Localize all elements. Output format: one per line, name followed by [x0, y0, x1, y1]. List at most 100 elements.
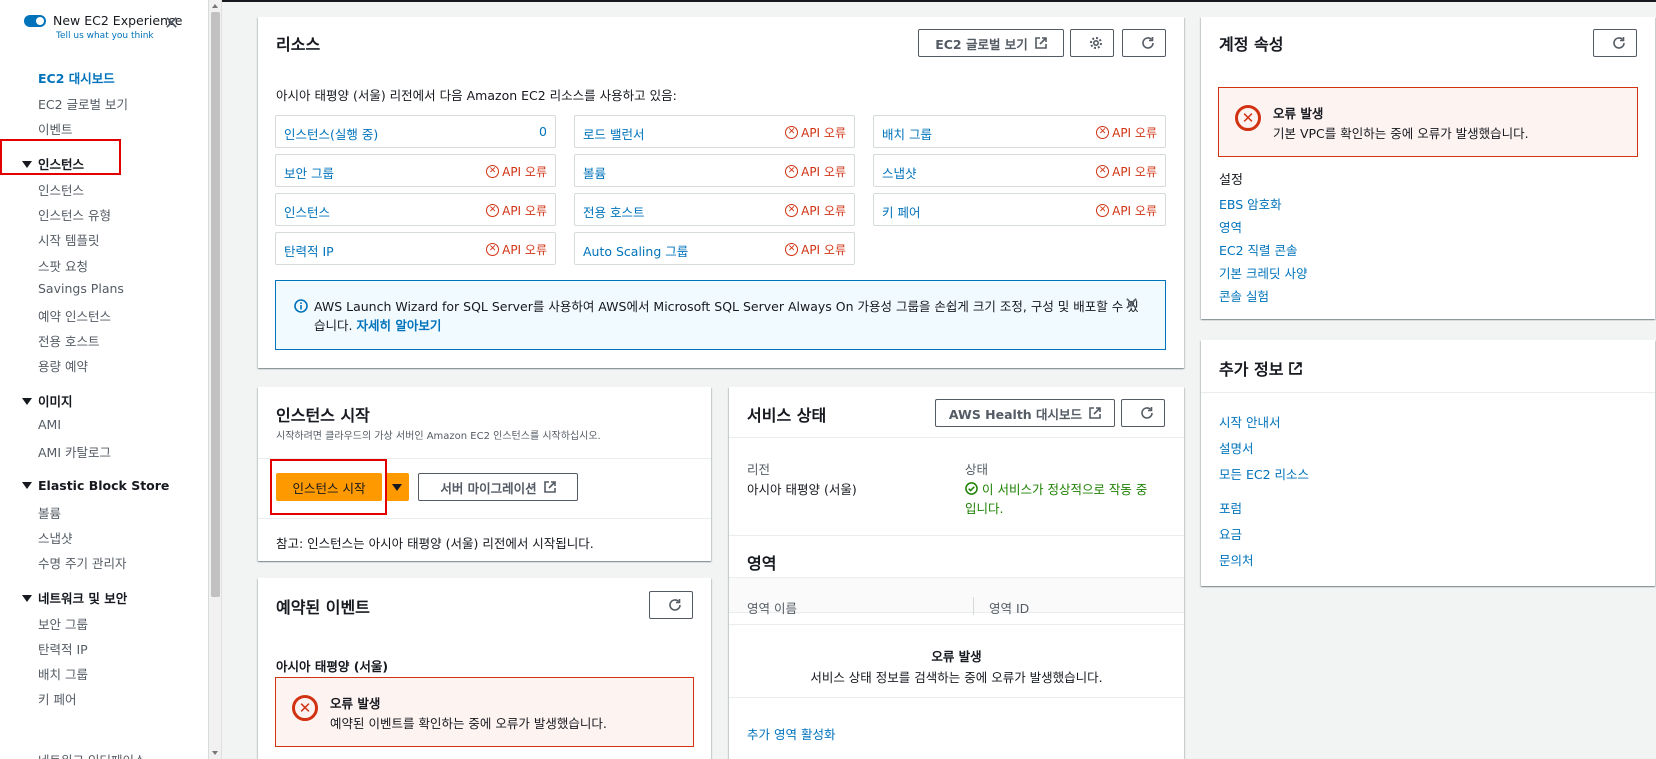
nav-section-ebs[interactable]: Elastic Block Store	[22, 478, 169, 493]
resource-cell-security-groups[interactable]: 보안 그룹 ✕ API 오류	[275, 154, 556, 187]
error-icon: ✕	[1096, 126, 1110, 139]
error-text: 기본 VPC를 확인하는 중에 오류가 발생했습니다.	[1273, 126, 1529, 141]
check-circle-icon	[965, 482, 978, 495]
pricing-link[interactable]: 요금	[1219, 524, 1242, 543]
scheduled-events-panel: 예약된 이벤트 아시아 태평양 (서울) ✕ 오류 발생 예약된 이벤트를 확인…	[258, 578, 711, 759]
error-icon: ✕	[785, 126, 799, 139]
nav-placement-groups[interactable]: 배치 그룹	[38, 664, 88, 683]
nav-key-pairs[interactable]: 키 페어	[38, 689, 76, 708]
aws-health-dashboard-button[interactable]: AWS Health 대시보드	[935, 399, 1115, 427]
nav-ec2-global-view[interactable]: EC2 글로벌 보기	[38, 94, 128, 113]
refresh-icon	[668, 599, 681, 611]
resource-cell-snapshots[interactable]: 스냅샷 ✕ API 오류	[873, 154, 1166, 187]
launch-instance-title: 인스턴스 시작	[276, 406, 370, 425]
nav-section-network[interactable]: 네트워크 및 보안	[22, 588, 127, 607]
documentation-link[interactable]: 설명서	[1219, 438, 1254, 457]
scheduled-events-region: 아시아 태평양 (서울)	[276, 659, 389, 674]
resource-cell-load-balancers[interactable]: 로드 밸런서 ✕ API 오류	[574, 115, 855, 148]
nav-reserved-instances[interactable]: 예약 인스턴스	[38, 306, 111, 325]
status-value-line2: 입니다.	[965, 501, 1004, 516]
resource-cell-auto-scaling-groups[interactable]: Auto Scaling 그룹 ✕ API 오류	[574, 232, 855, 265]
zones-error-text: 서비스 상태 정보를 검색하는 중에 오류가 발생했습니다.	[810, 670, 1103, 685]
console-experiments-link[interactable]: 콘솔 실험	[1219, 286, 1269, 305]
additional-info-title: 추가 정보	[1219, 356, 1303, 380]
settings-button[interactable]	[1070, 29, 1114, 57]
enable-additional-zones-link[interactable]: 추가 영역 활성화	[747, 724, 835, 743]
nav-snapshots[interactable]: 스냅샷	[38, 528, 73, 547]
close-icon[interactable]: ✕	[164, 15, 179, 33]
caret-down-icon	[22, 482, 32, 489]
nav-dedicated-hosts[interactable]: 전용 호스트	[38, 331, 99, 350]
nav-savings-plans[interactable]: Savings Plans	[38, 281, 124, 296]
ebs-encryption-link[interactable]: EBS 암호화	[1219, 194, 1282, 213]
nav-lifecycle-manager[interactable]: 수명 주기 관리자	[38, 553, 126, 572]
feedback-link[interactable]: Tell us what you think	[56, 31, 154, 41]
refresh-button[interactable]	[1121, 399, 1165, 427]
external-link-icon	[543, 481, 556, 493]
error-icon: ✕	[486, 165, 500, 178]
resource-cell-instances[interactable]: 인스턴스 ✕ API 오류	[275, 193, 556, 226]
default-credit-spec-link[interactable]: 기본 크레딧 사양	[1219, 263, 1307, 282]
nav-events[interactable]: 이벤트	[38, 119, 73, 138]
resource-cell-key-pairs[interactable]: 키 페어 ✕ API 오류	[873, 193, 1166, 226]
additional-info-panel: 추가 정보 시작 안내서 설명서 모든 EC2 리소스 포럼 요금 문의처	[1201, 340, 1655, 586]
nav-volumes[interactable]: 볼륨	[38, 503, 61, 522]
forums-link[interactable]: 포럼	[1219, 498, 1242, 517]
resource-cell-volumes[interactable]: 볼륨 ✕ API 오류	[574, 154, 855, 187]
nav-elastic-ips[interactable]: 탄력적 IP	[38, 639, 88, 658]
error-title: 오류 발생	[1273, 106, 1324, 121]
learn-more-link[interactable]: 자세히 알아보기	[356, 318, 441, 333]
refresh-button[interactable]	[1122, 29, 1166, 57]
region-label: 리전	[747, 462, 771, 477]
status-value: 이 서비스가 정상적으로 작동 중	[965, 479, 1147, 498]
nav-instance-types[interactable]: 인스턴스 유형	[38, 205, 111, 224]
nav-network-interfaces[interactable]: 네트워크 인터페이스	[38, 750, 145, 759]
resource-cell-instances-running[interactable]: 인스턴스(실행 중) 0	[275, 115, 556, 148]
highlight-box	[270, 459, 387, 515]
info-icon	[294, 299, 308, 313]
scroll-up-icon[interactable]	[212, 4, 218, 8]
resources-title: 리소스	[276, 35, 321, 54]
server-migration-button[interactable]: 서버 마이그레이션	[418, 473, 578, 501]
nav-ami[interactable]: AMI	[38, 417, 61, 432]
resources-panel: 리소스 EC2 글로벌 보기 아시아 태평양 (서울) 리전에서 다음 Amaz…	[258, 17, 1184, 368]
refresh-button[interactable]	[1593, 29, 1637, 57]
getting-started-link[interactable]: 시작 안내서	[1219, 412, 1280, 431]
highlight-box	[0, 139, 121, 175]
launch-note: 참고: 인스턴스는 아시아 태평양 (서울) 리전에서 시작됩니다.	[276, 536, 594, 551]
resource-cell-elastic-ips[interactable]: 탄력적 IP ✕ API 오류	[275, 232, 556, 265]
nav-security-groups[interactable]: 보안 그룹	[38, 614, 88, 633]
ec2-global-view-button[interactable]: EC2 글로벌 보기	[918, 29, 1064, 57]
launch-instance-dropdown-button[interactable]	[385, 473, 409, 501]
contact-us-link[interactable]: 문의처	[1219, 550, 1254, 569]
nav-instances[interactable]: 인스턴스	[38, 180, 84, 199]
sidebar-scrollbar[interactable]	[209, 0, 222, 759]
scroll-down-icon[interactable]	[212, 751, 218, 755]
nav-spot-requests[interactable]: 스팟 요청	[38, 256, 88, 275]
launch-instance-panel: 인스턴스 시작 시작하려면 클라우드의 가상 서버인 Amazon EC2 인스…	[258, 387, 711, 561]
ec2-serial-console-link[interactable]: EC2 직렬 콘솔	[1219, 240, 1298, 259]
account-error-alert: ✕ 오류 발생 기본 VPC를 확인하는 중에 오류가 발생했습니다.	[1218, 87, 1638, 157]
all-ec2-resources-link[interactable]: 모든 EC2 리소스	[1219, 464, 1309, 483]
resources-description: 아시아 태평양 (서울) 리전에서 다음 Amazon EC2 리소스를 사용하…	[276, 88, 677, 103]
scheduled-events-title: 예약된 이벤트	[276, 598, 370, 617]
nav-launch-templates[interactable]: 시작 템플릿	[38, 230, 99, 249]
resource-cell-placement-groups[interactable]: 배치 그룹 ✕ API 오류	[873, 115, 1166, 148]
error-icon: ✕	[292, 695, 318, 721]
refresh-icon	[1140, 407, 1153, 419]
nav-ec2-dashboard[interactable]: EC2 대시보드	[38, 68, 115, 87]
nav-section-images[interactable]: 이미지	[22, 391, 73, 410]
close-icon[interactable]: ✕	[1124, 294, 1139, 315]
error-icon: ✕	[785, 165, 799, 178]
refresh-icon	[1141, 37, 1154, 49]
nav-ami-catalog[interactable]: AMI 카탈로그	[38, 442, 111, 461]
new-experience-toggle[interactable]	[24, 15, 46, 27]
nav-capacity-reservations[interactable]: 용량 예약	[38, 356, 88, 375]
error-icon: ✕	[785, 243, 799, 256]
scrollbar-thumb[interactable]	[211, 12, 220, 597]
error-text: 예약된 이벤트를 확인하는 중에 오류가 발생했습니다.	[330, 716, 607, 731]
refresh-button[interactable]	[649, 591, 693, 619]
service-health-panel: 서비스 상태 AWS Health 대시보드 리전 아시아 태평양 (서울) 상…	[729, 387, 1184, 759]
zones-link[interactable]: 영역	[1219, 217, 1242, 236]
resource-cell-dedicated-hosts[interactable]: 전용 호스트 ✕ API 오류	[574, 193, 855, 226]
